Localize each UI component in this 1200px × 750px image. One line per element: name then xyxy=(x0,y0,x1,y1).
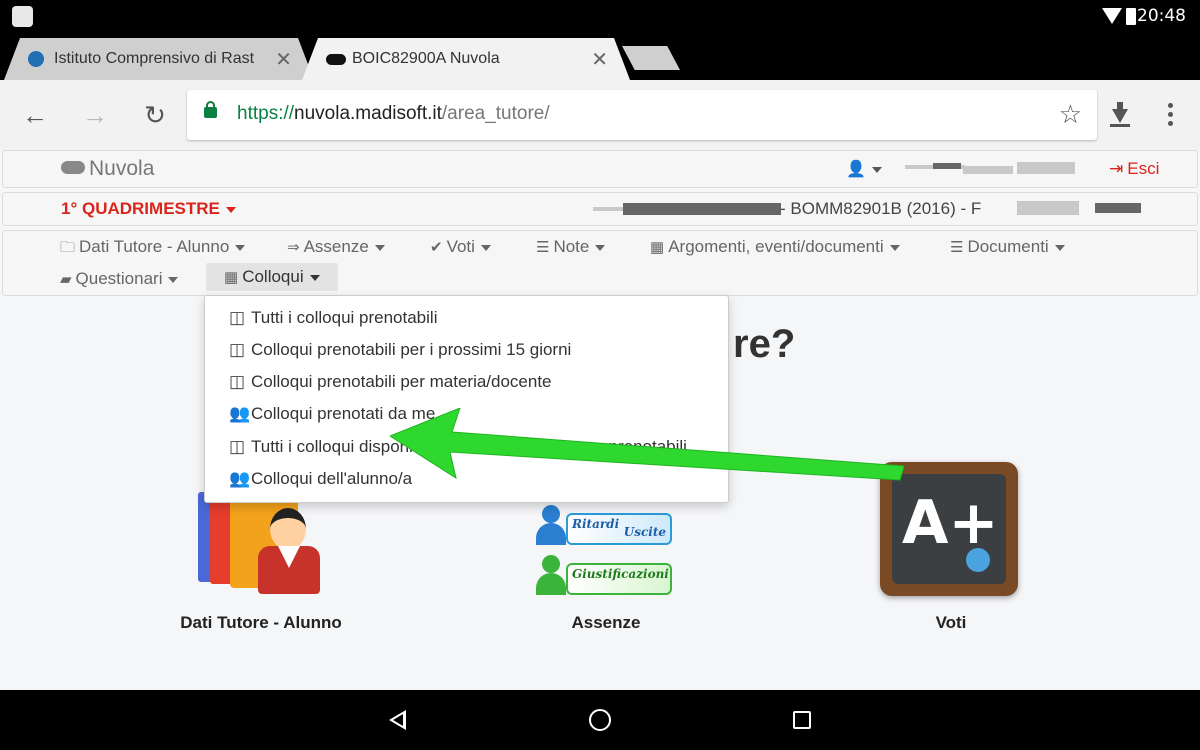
notification-icon xyxy=(12,6,33,27)
close-tab-icon[interactable]: ✕ xyxy=(591,47,608,72)
voti-tile-image[interactable]: A+ xyxy=(880,462,1018,596)
dropdown-item-colloqui-alunno[interactable]: 👥Colloqui dell'alunno/a xyxy=(229,469,412,489)
home-nav-icon[interactable] xyxy=(589,709,611,731)
bookmark-star-icon[interactable]: ☆ xyxy=(1059,99,1082,130)
overflow-menu-icon[interactable] xyxy=(1160,100,1180,132)
columns-icon: ◫ xyxy=(229,437,246,456)
dropdown-item-prossimi-15-giorni[interactable]: ◫ Colloqui prenotabili per i prossimi 15 … xyxy=(229,340,571,360)
menu-argomenti[interactable]: ▦ Argomenti, eventi/documenti xyxy=(650,237,900,257)
menu-assenze[interactable]: ⇒ Assenze xyxy=(287,237,385,257)
dropdown-item-prenotati-da-me[interactable]: 👥Colloqui prenotati da me xyxy=(229,404,435,424)
list-icon: ☰ xyxy=(950,239,964,256)
brand[interactable]: Nuvola xyxy=(61,157,154,181)
status-bar: 20:48 xyxy=(0,0,1200,34)
back-arrow-icon[interactable]: ← xyxy=(18,98,52,132)
new-tab-button[interactable] xyxy=(622,46,680,70)
tile-caption: Assenze xyxy=(571,613,641,632)
browser-toolbar: ← → ↻ https://nuvola.madisoft.it/area_tu… xyxy=(0,80,1200,150)
dropdown-item-materia-docente[interactable]: ◫ Colloqui prenotabili per materia/docent… xyxy=(229,372,552,392)
redacted xyxy=(933,163,961,169)
users-icon: 👥 xyxy=(229,404,251,423)
redacted xyxy=(1017,162,1075,174)
cloud-icon xyxy=(61,160,85,174)
tab-istituto[interactable]: Istituto Comprensivo di Rast ✕ xyxy=(4,38,314,80)
folder-icon: 🗀 xyxy=(60,239,76,256)
forward-arrow-icon[interactable]: → xyxy=(78,98,112,132)
menu-colloqui[interactable]: ▦ Colloqui xyxy=(206,263,338,291)
address-bar[interactable]: https://nuvola.madisoft.it/area_tutore/ … xyxy=(187,90,1097,140)
redacted xyxy=(593,207,623,211)
back-nav-icon[interactable] xyxy=(389,710,406,730)
drupal-favicon-icon xyxy=(28,51,44,67)
close-tab-icon[interactable]: ✕ xyxy=(275,47,292,72)
redacted xyxy=(963,166,1013,174)
menu-dati-tutore[interactable]: 🗀 Dati Tutore - Alunno xyxy=(60,237,246,262)
assenze-tile-image[interactable]: Ritardi Uscite Giustificazioni xyxy=(534,505,676,601)
columns-icon: ◫ xyxy=(229,372,246,391)
check-icon: ✔ xyxy=(430,239,443,256)
logout-icon: ⇥ xyxy=(1109,159,1124,178)
battery-icon xyxy=(1126,8,1136,25)
tab-strip: Istituto Comprensivo di Rast ✕ BOIC82900… xyxy=(0,34,1200,80)
redacted xyxy=(623,203,781,215)
tab-title: BOIC82900A Nuvola xyxy=(352,50,500,67)
reload-icon[interactable]: ↻ xyxy=(138,98,172,132)
period-bar: 1° QUADRIMESTRE - BOMM82901B (2016) - F xyxy=(2,192,1198,226)
page-heading-fragment: re? xyxy=(733,322,796,366)
menu-questionari[interactable]: ▰ Questionari xyxy=(60,269,179,289)
recents-nav-icon[interactable] xyxy=(793,711,811,729)
menu-documenti[interactable]: ☰ Documenti xyxy=(950,237,1065,257)
cloud-favicon-icon xyxy=(326,54,346,65)
download-icon[interactable] xyxy=(1105,102,1135,132)
dropdown-item-sola-visione[interactable]: ◫ Tutti i colloqui disponibili per sola v… xyxy=(229,437,687,457)
user-menu-toggle[interactable]: 👤 xyxy=(846,159,882,179)
lock-icon xyxy=(204,101,217,118)
clock: 20:48 xyxy=(1137,6,1186,26)
tab-nuvola[interactable]: BOIC82900A Nuvola ✕ xyxy=(302,38,630,80)
book-icon: ▰ xyxy=(60,271,72,288)
wifi-icon xyxy=(1102,8,1122,24)
logout-link[interactable]: ⇥ Esci xyxy=(1109,159,1159,179)
tab-title: Istituto Comprensivo di Rast xyxy=(54,50,255,67)
page-viewport: Nuvola 👤 ⇥ Esci 1° QUADRIMESTRE - BOMM829… xyxy=(0,150,1200,690)
site-header: Nuvola 👤 ⇥ Esci xyxy=(2,150,1198,188)
table-icon: ▦ xyxy=(650,239,665,256)
quadrimestre-selector[interactable]: 1° QUADRIMESTRE xyxy=(61,199,236,219)
main-menu: 🗀 Dati Tutore - Alunno ⇒ Assenze ✔ Voti ☰ No… xyxy=(2,230,1198,296)
columns-icon: ◫ xyxy=(229,308,246,327)
school-code: - BOMM82901B (2016) - F xyxy=(780,199,982,218)
columns-icon: ◫ xyxy=(229,340,246,359)
url-text[interactable]: https://nuvola.madisoft.it/area_tutore/ xyxy=(237,103,550,125)
menu-voti[interactable]: ✔ Voti xyxy=(430,237,491,257)
menu-note[interactable]: ☰ Note xyxy=(536,237,606,257)
dropdown-item-tutti-prenotabili[interactable]: ◫ Tutti i colloqui prenotabili xyxy=(229,308,437,328)
tile-caption: Dati Tutore - Alunno xyxy=(180,613,342,632)
users-icon: 👥 xyxy=(229,469,251,488)
colloqui-dropdown: ◫ Tutti i colloqui prenotabili ◫ Colloqui … xyxy=(204,295,729,503)
sign-out-icon: ⇒ xyxy=(287,239,300,256)
list-icon: ☰ xyxy=(536,239,550,256)
redacted xyxy=(1095,203,1141,213)
student-avatar-icon xyxy=(966,548,990,572)
table-icon: ▦ xyxy=(224,269,239,286)
tile-caption: Voti xyxy=(935,613,967,632)
redacted xyxy=(1017,201,1079,215)
